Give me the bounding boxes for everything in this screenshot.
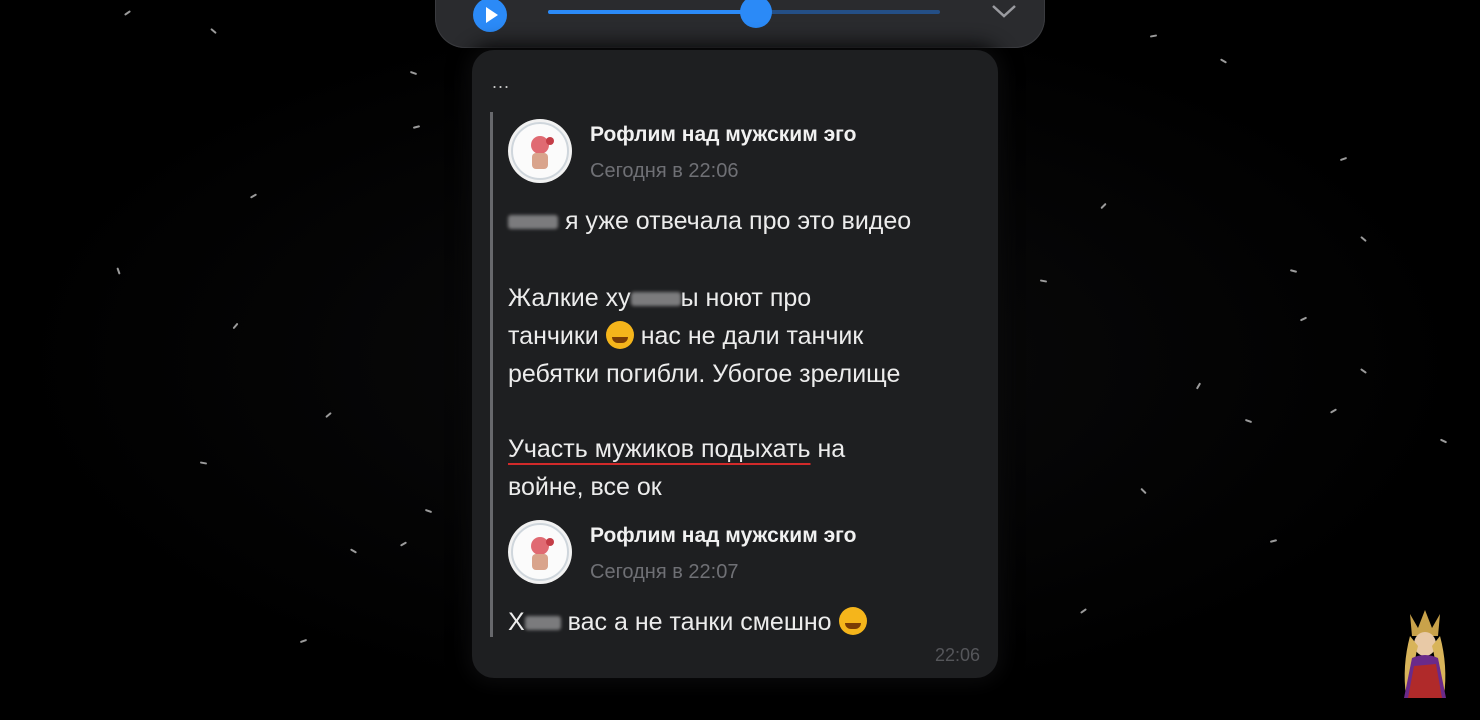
rofl-emoji-icon <box>838 607 867 635</box>
censor-blur <box>630 292 681 307</box>
message-timestamp: 22:06 <box>934 645 980 665</box>
message-fragment: войне, все ок <box>508 473 662 501</box>
post-time: Сегодня в 22:07 <box>590 561 739 583</box>
message-fragment: танчики <box>508 322 599 350</box>
message-text: я уже отвечала про это видео <box>508 202 978 240</box>
audio-player <box>435 0 1045 48</box>
rofl-emoji-icon <box>605 321 634 349</box>
censor-blur <box>524 616 561 631</box>
progress-knob[interactable] <box>739 0 772 28</box>
message-fragment: вас а не танки смешно <box>567 608 832 636</box>
avatar[interactable] <box>508 119 572 183</box>
channel-mascot-icon <box>1404 610 1446 698</box>
message-card: ... Рофлим над мужским эго Сегодня в 22:… <box>472 50 998 678</box>
message-fragment: ребятки погибли. Убогое зрелище <box>508 360 901 388</box>
post-author[interactable]: Рофлим над мужским эго <box>590 123 856 147</box>
post-time: Сегодня в 22:06 <box>590 160 739 182</box>
progress-fill <box>548 10 756 14</box>
avatar[interactable] <box>508 520 572 584</box>
quote-line <box>490 112 493 637</box>
play-button[interactable] <box>473 0 507 32</box>
chevron-down-icon[interactable] <box>991 2 1017 20</box>
message-fragment: Х <box>508 608 525 636</box>
message-fragment: ы ноют про <box>680 284 812 312</box>
message-fragment: Жалкие ху <box>508 284 631 312</box>
underlined-phrase: Участь мужиков подыхать <box>508 435 811 463</box>
menu-dots[interactable]: ... <box>492 72 510 93</box>
censor-blur <box>508 215 558 230</box>
message-text: Х вас а не танки смешно <box>508 603 978 641</box>
video-frame: ... Рофлим над мужским эго Сегодня в 22:… <box>0 0 1480 720</box>
post-author[interactable]: Рофлим над мужским эго <box>590 524 856 548</box>
progress-track[interactable] <box>548 0 940 28</box>
message-fragment: на <box>810 435 846 463</box>
message-text: Участь мужиков подыхать на войне, все ок <box>508 430 978 506</box>
message-text: Жалкие ху ы ноют про танчики нас не дали … <box>508 279 978 393</box>
message-fragment: нас не дали танчик <box>640 322 864 350</box>
message-line: я уже отвечала про это видео <box>564 207 912 235</box>
